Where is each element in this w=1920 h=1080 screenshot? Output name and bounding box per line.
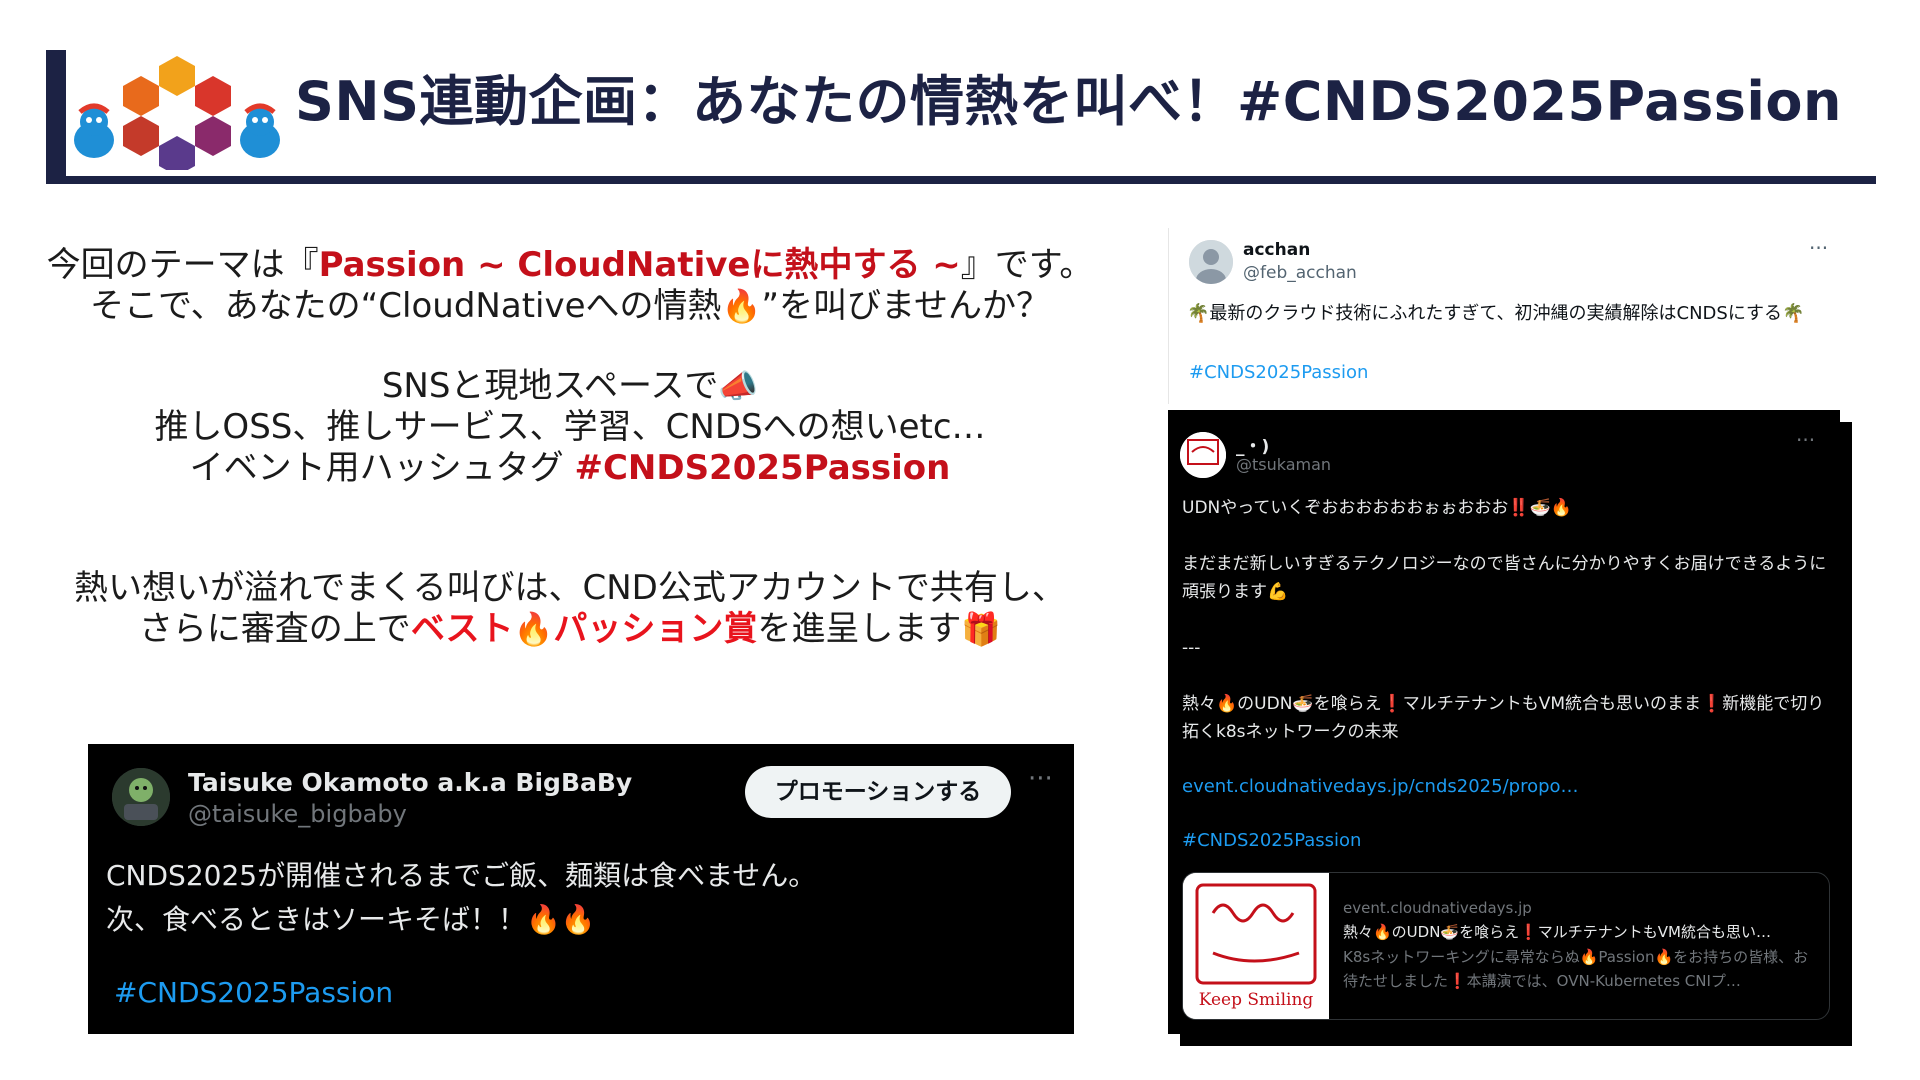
tweet-line-1: CNDS2025が開催されるまでご飯、麺類は食べません。 — [106, 859, 817, 892]
tweet-line-2: 次、食べるときはソーキそば！！🔥🔥 — [106, 903, 596, 936]
header-accent-bar — [46, 50, 66, 184]
sns-line-1: SNSと現地スペースで📣 — [40, 366, 1100, 407]
sns-text: SNSと現地スペースで — [381, 366, 719, 406]
preview-description: K8sネットワーキングに尋常ならぬ🔥Passion🔥をお持ちの皆様、お待たせしま… — [1343, 948, 1809, 990]
more-options-icon[interactable]: ··· — [1809, 236, 1828, 260]
hashtag-link[interactable]: #CNDS2025Passion — [114, 976, 393, 1009]
hashtag-intro: イベント用ハッシュタグ — [189, 448, 575, 488]
theme-prefix: 今回のテーマは『 — [46, 245, 319, 285]
tweet-paragraph: まだまだ新しいすぎるテクノロジーなので皆さんに分かりやすくお届けできるように頑張… — [1182, 554, 1827, 602]
theme-highlight: Passion ~ CloudNativeに熱中する ~ — [318, 245, 961, 285]
avatar[interactable] — [1189, 240, 1233, 284]
link-preview-card[interactable]: Keep Smiling event.cloudnativedays.jp 熱々… — [1182, 872, 1830, 1020]
theme-line-2: そこで、あなたの“CloudNativeへの情熱🔥”を叫びませんか？ — [40, 286, 1100, 327]
avatar[interactable] — [1180, 432, 1226, 478]
sns-line-3: イベント用ハッシュタグ #CNDS2025Passion — [40, 448, 1100, 489]
award-best: ベスト — [410, 609, 514, 649]
preview-domain: event.cloudnativedays.jp — [1343, 899, 1532, 917]
tweet-text: CNDS2025が開催されるまでご飯、麺類は食べません。 次、食べるときはソーキ… — [106, 854, 816, 942]
more-options-icon[interactable]: ··· — [1796, 428, 1815, 452]
preview-title: 熱々🔥のUDN🍜を喰らえ❗️マルチテナントもVM統合も思い… — [1343, 923, 1771, 941]
avatar[interactable] — [112, 768, 170, 826]
tweet-bigbaby: Taisuke Okamoto a.k.a BigBaBy @taisuke_b… — [88, 744, 1074, 1034]
award-prefix: さらに審査の上で — [138, 609, 411, 649]
passion-text-b: ”を叫びませんか？ — [761, 286, 1050, 326]
more-options-icon[interactable]: ··· — [1028, 764, 1053, 794]
page-title: SNS連動企画：あなたの情熱を叫べ！#CNDS2025Passion — [295, 70, 1842, 133]
tweet-text: 🌴最新のクラウド技術にふれたすぎて、初沖縄の実績解除はCNDSにする🌴 — [1187, 303, 1805, 324]
tweet-tsukaman: _・) @tsukaman ··· UDNやっていくぞおおおおおおぉぉおおお‼️… — [1168, 410, 1840, 1034]
megaphone-icon: 📣 — [718, 367, 759, 405]
author-name[interactable]: acchan — [1243, 240, 1310, 260]
award-name: パッション賞 — [553, 609, 758, 649]
author-name[interactable]: _・) — [1236, 432, 1269, 457]
promote-button[interactable]: プロモーションする — [745, 766, 1011, 818]
tweet-acchan: acchan @feb_acchan ··· 🌴最新のクラウド技術にふれたすぎて… — [1168, 228, 1849, 404]
preview-thumbnail-caption: Keep Smiling — [1199, 990, 1314, 1010]
theme-line-1: 今回のテーマは『Passion ~ CloudNativeに熱中する ~』です。 — [40, 245, 1100, 286]
sns-line-2: 推しOSS、推しサービス、学習、CNDSへの想いetc… — [154, 407, 986, 447]
tweet-paragraph: 熱々🔥のUDN🍜を喰らえ❗️マルチテナントもVM統合も思いのまま❗️新機能で切り… — [1182, 694, 1825, 742]
tweet-separator: --- — [1182, 638, 1201, 658]
preview-thumbnail: Keep Smiling — [1183, 873, 1329, 1019]
author-name[interactable]: Taisuke Okamoto a.k.a BigBaBy — [188, 768, 632, 797]
hashtag-link[interactable]: #CNDS2025Passion — [1182, 830, 1361, 851]
award-line-1: 熱い想いが溢れでまくる叫びは、CND公式アカウントで共有し、 — [74, 568, 1066, 608]
author-handle[interactable]: @feb_acchan — [1243, 263, 1357, 283]
tweet-paragraph: UDNやっていくぞおおおおおおぉぉおおお‼️🍜🔥 — [1182, 498, 1572, 518]
award-suffix: を進呈します — [757, 609, 962, 649]
event-hashtag: #CNDS2025Passion — [574, 448, 951, 488]
passion-text-a: そこで、あなたの“CloudNativeへの情熱 — [90, 286, 722, 326]
header-underline — [46, 176, 1876, 184]
fire-icon: 🔥 — [513, 610, 554, 648]
author-handle[interactable]: @tsukaman — [1236, 455, 1331, 474]
gift-icon: 🎁 — [961, 610, 1002, 648]
author-handle[interactable]: @taisuke_bigbaby — [188, 800, 407, 828]
theme-suffix: 』です。 — [960, 245, 1094, 285]
award-line-2: さらに審査の上でベスト🔥パッション賞を進呈します🎁 — [40, 609, 1100, 650]
proposal-link[interactable]: event.cloudnativedays.jp/cnds2025/propo… — [1182, 776, 1579, 797]
hashtag-link[interactable]: #CNDS2025Passion — [1189, 362, 1368, 383]
cnds-logo — [74, 56, 280, 170]
fire-icon: 🔥 — [721, 287, 762, 325]
